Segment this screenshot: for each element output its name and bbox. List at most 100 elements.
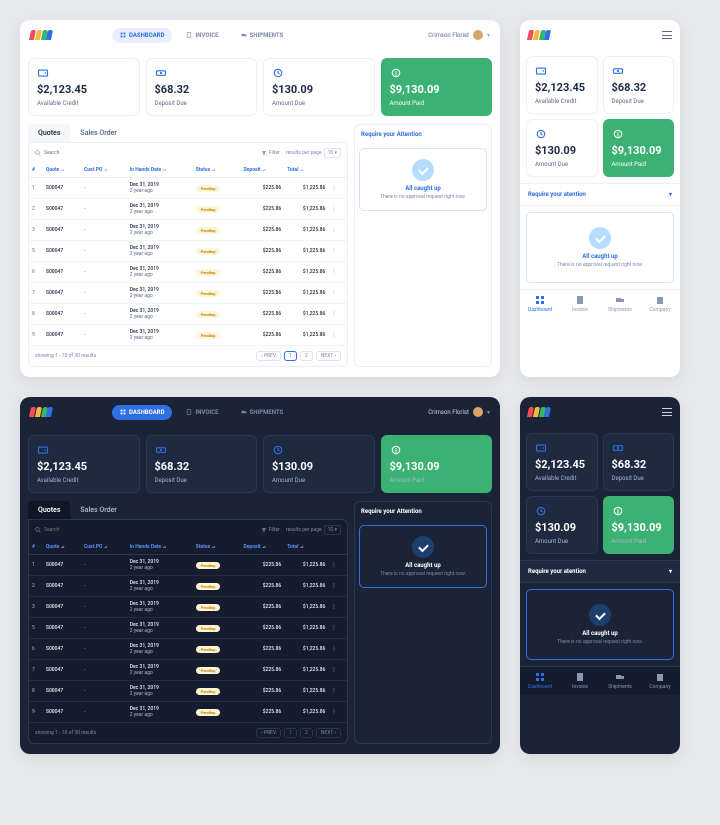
col-quote[interactable]: Quote▴▾ [43, 163, 81, 178]
col-deposit[interactable]: Deposit▴▾ [240, 540, 284, 555]
col-total[interactable]: Total▴▾ [284, 540, 328, 555]
svg-text:$: $ [394, 447, 397, 454]
tab-quotes[interactable]: Quotes [28, 501, 70, 519]
nav-invoice[interactable]: INVOICE [178, 28, 226, 43]
row-menu-icon[interactable]: ⋮ [331, 311, 337, 317]
credit-amount: $2,123.45 [37, 83, 131, 96]
row-menu-icon[interactable]: ⋮ [331, 269, 337, 275]
user-menu[interactable]: Crimson Florist▾ [428, 407, 490, 417]
filter-button[interactable]: Filter [261, 150, 280, 156]
search-input[interactable] [35, 527, 255, 533]
pager-1[interactable]: 1 [284, 728, 297, 738]
row-menu-icon[interactable]: ⋮ [331, 206, 337, 212]
row-menu-icon[interactable]: ⋮ [331, 583, 337, 589]
quotes-table: # Quote▴▾ Cust.PO▴▾ In Hands Date▴▾ Stat… [29, 163, 347, 346]
money-icon [612, 65, 624, 77]
row-menu-icon[interactable]: ⋮ [331, 709, 337, 715]
row-menu-icon[interactable]: ⋮ [331, 625, 337, 631]
table-row: 6S00047-Dec 31, 20192 year agoPending$22… [29, 262, 347, 283]
col-idx[interactable]: # [29, 540, 43, 555]
row-menu-icon[interactable]: ⋮ [331, 227, 337, 233]
caught-up: All caught up There is no approval reque… [359, 525, 487, 588]
pager-prev[interactable]: ‹ PREV [256, 351, 281, 361]
perpage-select[interactable]: results per page10 ▾ [286, 148, 341, 158]
col-idx[interactable]: # [29, 163, 43, 178]
pager-next[interactable]: NEXT › [316, 728, 341, 738]
tab-quotes[interactable]: Quotes [28, 124, 70, 142]
check-icon [589, 227, 611, 249]
table-row: 2S00047-Dec 31, 20192 year agoPending$22… [29, 199, 347, 220]
attention-bar[interactable]: Require your atention▾ [520, 560, 680, 583]
btmnav-shipments[interactable]: Shipments [600, 290, 640, 318]
btmnav-dashboard[interactable]: Dashboard [520, 290, 560, 318]
attention-bar[interactable]: Require your atention▾ [520, 183, 680, 206]
card-paid: $$9,130.09Amount Paid [381, 435, 493, 493]
card-paid: $$9,130.09Amount Paid [603, 496, 675, 554]
tab-sales[interactable]: Sales Order [70, 501, 126, 519]
table-row: 1S00047-Dec 31, 20192 year agoPending$22… [29, 555, 347, 576]
nav-invoice[interactable]: INVOICE [178, 405, 226, 420]
filter-button[interactable]: Filter [261, 527, 280, 533]
pager-2[interactable]: 2 [300, 351, 313, 361]
col-status[interactable]: Status▴▾ [193, 163, 241, 178]
money-icon [612, 442, 624, 454]
pager-2[interactable]: 2 [300, 728, 313, 738]
btmnav-company[interactable]: Company [640, 667, 680, 695]
perpage-select[interactable]: results per page10 ▾ [286, 525, 341, 535]
col-total[interactable]: Total▴▾ [284, 163, 328, 178]
caught-heading: All caught up [366, 185, 480, 192]
btmnav-invoice[interactable]: Invoice [560, 290, 600, 318]
row-menu-icon[interactable]: ⋮ [331, 562, 337, 568]
row-menu-icon[interactable]: ⋮ [331, 667, 337, 673]
dashboard-icon [535, 295, 545, 305]
nav-dashboard[interactable]: DASHBOARD [112, 405, 172, 420]
col-status[interactable]: Status▴▾ [193, 540, 241, 555]
col-inhands[interactable]: In Hands Date▴▾ [127, 540, 193, 555]
caught-up: All caught up There is no approval reque… [526, 212, 674, 283]
row-menu-icon[interactable]: ⋮ [331, 604, 337, 610]
row-menu-icon[interactable]: ⋮ [331, 646, 337, 652]
tab-sales[interactable]: Sales Order [70, 124, 126, 142]
card-credit: $2,123.45Available Credit [526, 433, 598, 491]
nav-shipments[interactable]: SHIPMENTS [233, 405, 292, 420]
svg-text:$: $ [394, 70, 397, 77]
search-input[interactable] [35, 150, 255, 156]
hamburger-icon[interactable] [662, 31, 672, 39]
btmnav-dashboard[interactable]: Dashboard [520, 667, 560, 695]
user-menu[interactable]: Crimson Florist▾ [428, 30, 490, 40]
pager-1[interactable]: 1 [284, 351, 297, 361]
pager-next[interactable]: NEXT › [316, 351, 341, 361]
col-custpo[interactable]: Cust.PO▴▾ [81, 540, 127, 555]
btmnav-invoice[interactable]: Invoice [560, 667, 600, 695]
row-menu-icon[interactable]: ⋮ [331, 290, 337, 296]
table-row: 8S00047-Dec 31, 20192 year agoPending$22… [29, 304, 347, 325]
hamburger-icon[interactable] [662, 408, 672, 416]
pager-prev[interactable]: ‹ PREV [256, 728, 281, 738]
status-badge: Pending [196, 269, 221, 276]
attention-title: Require your Attention [355, 125, 491, 144]
card-credit: $2,123.45Available Credit [28, 435, 140, 493]
check-icon [412, 536, 434, 558]
svg-text:$: $ [616, 508, 619, 515]
clock-icon [272, 444, 284, 456]
building-icon [655, 672, 665, 682]
nav-dashboard[interactable]: DASHBOARD [112, 28, 172, 43]
attention-panel: Require your Attention All caught up The… [354, 501, 492, 744]
nav-shipments[interactable]: SHIPMENTS [233, 28, 292, 43]
building-icon [655, 295, 665, 305]
row-menu-icon[interactable]: ⋮ [331, 688, 337, 694]
row-menu-icon[interactable]: ⋮ [331, 185, 337, 191]
btmnav-company[interactable]: Company [640, 290, 680, 318]
col-custpo[interactable]: Cust.PO▴▾ [81, 163, 127, 178]
check-icon [412, 159, 434, 181]
col-inhands[interactable]: In Hands Date▴▾ [127, 163, 193, 178]
btmnav-shipments[interactable]: Shipments [600, 667, 640, 695]
table-section: Quotes Sales Order Filter results per pa… [28, 124, 348, 367]
row-menu-icon[interactable]: ⋮ [331, 332, 337, 338]
card-credit: $2,123.45Available Credit [28, 58, 140, 116]
row-menu-icon[interactable]: ⋮ [331, 248, 337, 254]
search-icon [35, 527, 41, 533]
col-quote[interactable]: Quote▴▾ [43, 540, 81, 555]
money-icon [155, 444, 167, 456]
col-deposit[interactable]: Deposit▴▾ [240, 163, 284, 178]
